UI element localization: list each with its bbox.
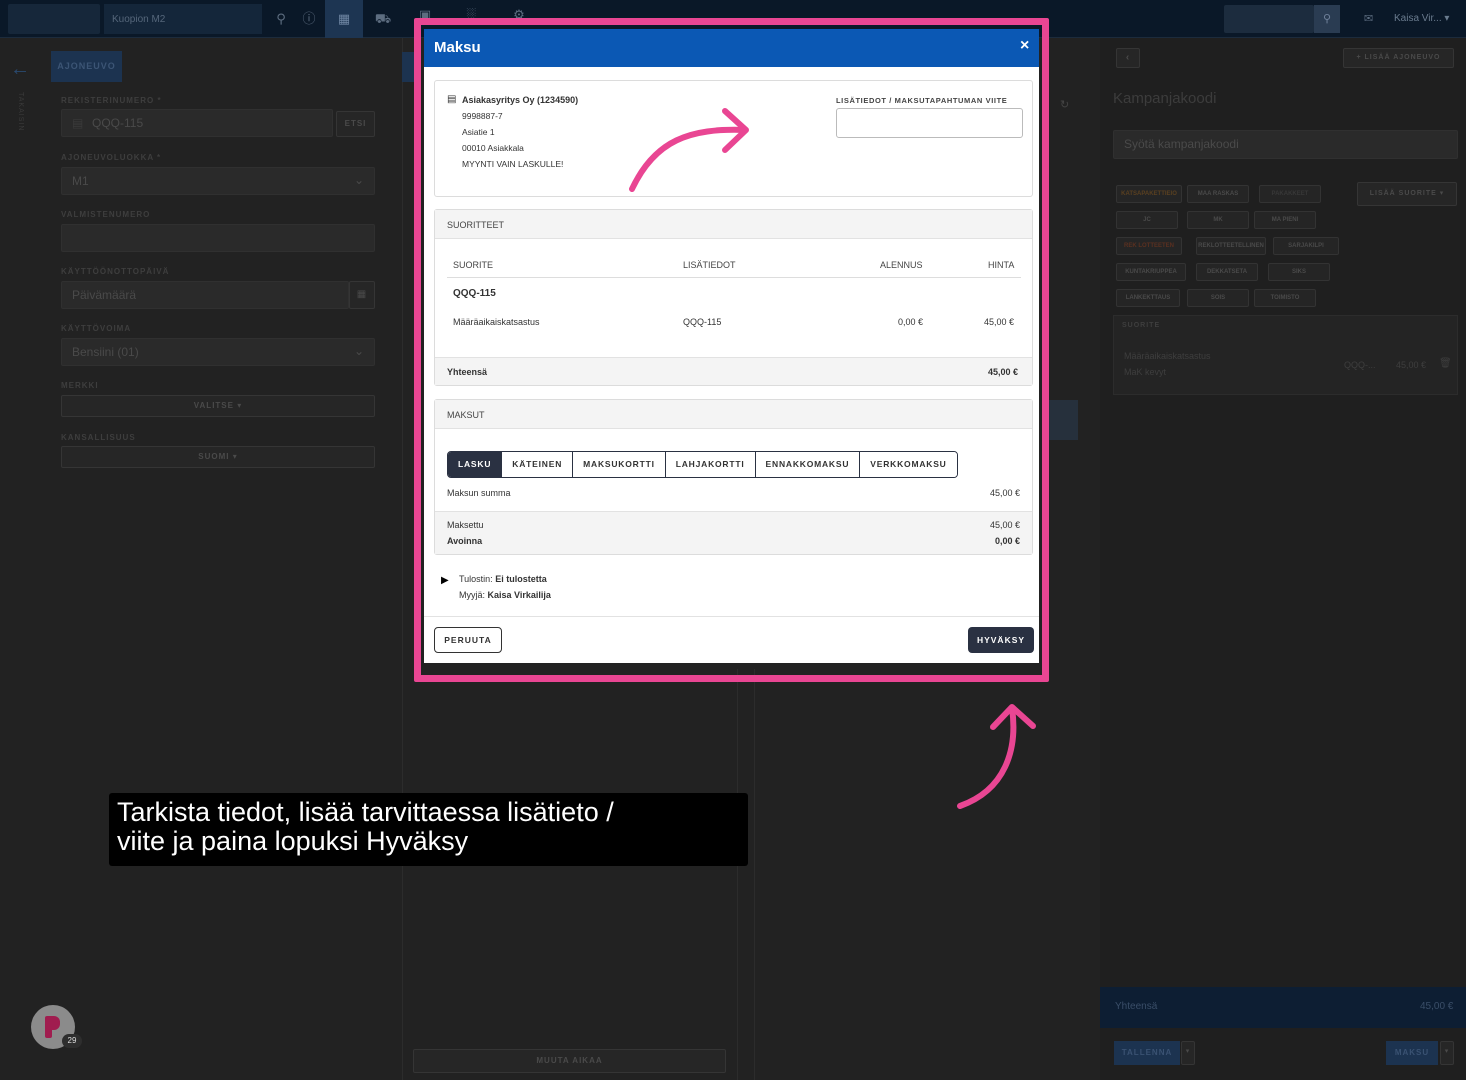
notification-badge: 29 xyxy=(62,1034,82,1048)
annotation-arrows xyxy=(629,108,1036,809)
tutorial-caption: Tarkista tiedot, lisää tarvittaessa lisä… xyxy=(109,793,748,866)
arrow-to-reference xyxy=(629,108,749,192)
caption-line-1: Tarkista tiedot, lisää tarvittaessa lisä… xyxy=(117,797,614,827)
arrow-to-accept xyxy=(957,704,1036,809)
caption-line-2: viite ja paina lopuksi Hyväksy xyxy=(117,826,469,856)
